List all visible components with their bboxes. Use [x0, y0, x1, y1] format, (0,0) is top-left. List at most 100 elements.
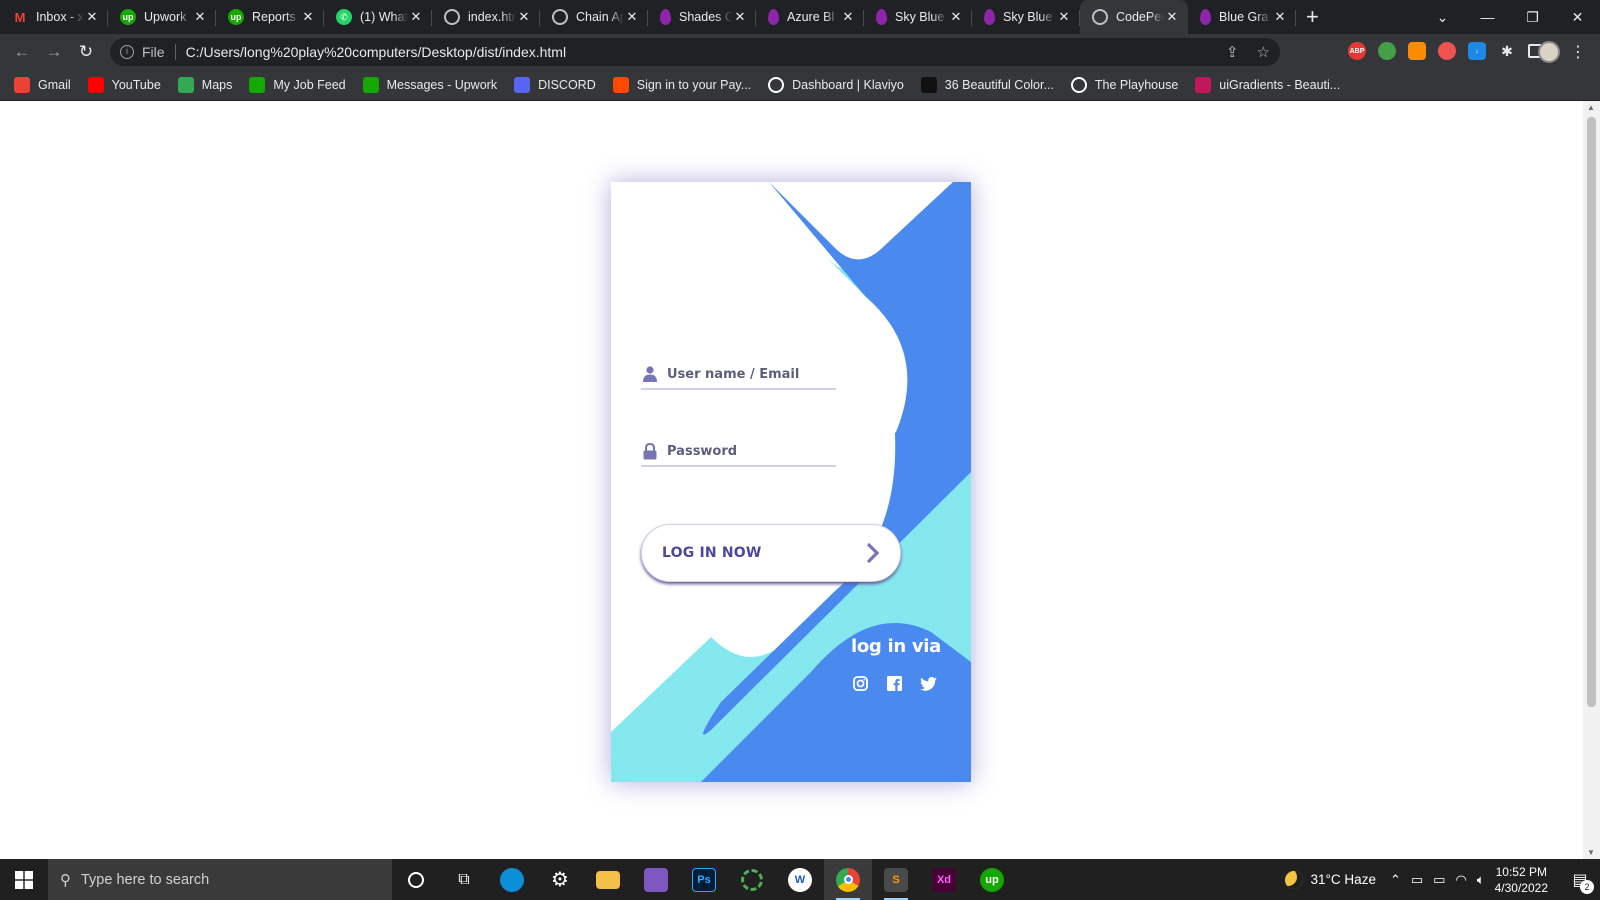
device-icon[interactable]: ▭ [1411, 872, 1423, 888]
address-url[interactable]: C:/Users/long%20play%20computers/Desktop… [186, 44, 567, 60]
close-tab-icon[interactable]: ✕ [1056, 9, 1072, 25]
close-tab-icon[interactable]: ✕ [1164, 9, 1180, 25]
forward-button[interactable]: → [38, 42, 70, 62]
adblock-icon[interactable]: ABP [1348, 42, 1366, 60]
task-view-button[interactable]: ⧉ [440, 859, 488, 900]
login-button[interactable]: LOG IN NOW [641, 524, 901, 582]
username-input[interactable] [667, 366, 827, 382]
browser-tab[interactable]: up Upwork ✕ [108, 0, 216, 34]
page-scrollbar[interactable]: ▲ ▼ [1583, 101, 1600, 859]
adobe-xd-icon: Xd [932, 867, 956, 892]
close-tab-icon[interactable]: ✕ [408, 9, 424, 25]
close-tab-icon[interactable]: ✕ [300, 9, 316, 25]
tab-title: Shades C [679, 10, 732, 24]
bookmark-item[interactable]: Dashboard | Klaviyo [768, 77, 904, 93]
battery-icon[interactable]: ▭ [1433, 872, 1445, 888]
browser-tab[interactable]: CodePen ✕ [1080, 0, 1188, 34]
extension-green-icon[interactable] [1378, 42, 1396, 60]
back-button[interactable]: ← [6, 42, 38, 62]
download-extension-icon[interactable]: ↓ [1468, 42, 1486, 60]
password-input[interactable] [667, 443, 827, 459]
bookmark-star-icon[interactable]: ☆ [1257, 43, 1270, 61]
close-tab-icon[interactable]: ✕ [840, 9, 856, 25]
close-window-button[interactable]: ✕ [1555, 9, 1600, 26]
sublime-app[interactable]: S [872, 859, 920, 900]
browser-tab[interactable]: Chain Ap ✕ [540, 0, 648, 34]
close-tab-icon[interactable]: ✕ [84, 9, 100, 25]
menu-icon[interactable]: ⋮ [1570, 42, 1586, 62]
start-button[interactable] [0, 859, 48, 900]
close-tab-icon[interactable]: ✕ [624, 9, 640, 25]
wifi-icon[interactable]: ◠ [1455, 872, 1466, 888]
adobe-xd-app[interactable]: Xd [920, 859, 968, 900]
drop-icon [876, 9, 887, 25]
scrollbar-thumb[interactable] [1587, 117, 1596, 707]
tab-title: CodePen [1116, 10, 1164, 24]
chevron-up-icon[interactable]: ⌃ [1390, 872, 1401, 888]
volume-icon[interactable]: 🔈︎ [1477, 872, 1485, 888]
browser-tab[interactable]: Blue Gra ✕ [1188, 0, 1296, 34]
browser-tab[interactable]: Sky Blue ✕ [864, 0, 972, 34]
address-bar[interactable]: i File C:/Users/long%20play%20computers/… [110, 38, 1280, 66]
upwork-icon: up [120, 9, 136, 25]
close-tab-icon[interactable]: ✕ [516, 9, 532, 25]
clock[interactable]: 10:52 PM 4/30/2022 [1495, 864, 1548, 896]
browser-tab[interactable]: up Reports ✕ [216, 0, 324, 34]
ds-icon [920, 77, 937, 93]
settings-app[interactable]: ⚙ [536, 859, 584, 900]
close-tab-icon[interactable]: ✕ [948, 9, 964, 25]
profile-avatar[interactable] [1538, 41, 1560, 63]
word-app[interactable]: W [776, 859, 824, 900]
browser-tab[interactable]: index.htm✕ [432, 0, 540, 34]
notification-center-button[interactable]: ▤ 2 [1560, 859, 1600, 900]
bookmark-item[interactable]: The Playhouse [1070, 77, 1178, 93]
bookmark-item[interactable]: DISCORD [514, 77, 596, 93]
extension-red-icon[interactable] [1438, 42, 1456, 60]
scroll-up-icon[interactable]: ▲ [1587, 103, 1595, 112]
bookmark-item[interactable]: YouTube [87, 77, 161, 93]
browser-tab[interactable]: Shades C ✕ [648, 0, 756, 34]
upwork-app[interactable]: up [968, 859, 1016, 900]
cortana-button[interactable] [392, 859, 440, 900]
close-tab-icon[interactable]: ✕ [192, 9, 208, 25]
bookmark-item[interactable]: uiGradients - Beauti... [1195, 77, 1340, 93]
chrome-app[interactable] [824, 859, 872, 900]
site-info-icon[interactable]: i [120, 45, 134, 59]
edge-icon [500, 867, 524, 892]
loader-app[interactable] [728, 859, 776, 900]
file-explorer-app[interactable] [584, 859, 632, 900]
reload-button[interactable]: ↻ [70, 42, 102, 62]
edge-app[interactable] [488, 859, 536, 900]
instagram-icon[interactable] [852, 675, 869, 692]
bookmark-item[interactable]: My Job Feed [249, 77, 346, 93]
bookmark-item[interactable]: 36 Beautiful Color... [920, 77, 1054, 93]
username-field [641, 360, 836, 390]
tab-search-icon[interactable]: ⌄ [1420, 9, 1465, 26]
tab-title: (1) What [360, 10, 408, 24]
bookmark-item[interactable]: Maps [177, 77, 232, 93]
taskbar-search[interactable]: ⚲ Type here to search [48, 859, 392, 900]
scroll-down-icon[interactable]: ▼ [1587, 848, 1595, 857]
twitter-icon[interactable] [919, 675, 937, 692]
extensions-puzzle-icon[interactable]: ✱ [1498, 42, 1516, 60]
browser-tab[interactable]: M Inbox - x ✕ [0, 0, 108, 34]
upwork-icon [362, 77, 379, 93]
photoshop-app[interactable]: Ps [680, 859, 728, 900]
restore-button[interactable]: ❐ [1510, 9, 1555, 26]
bookmark-item[interactable]: Sign in to your Pay... [612, 77, 751, 93]
bookmark-item[interactable]: Messages - Upwork [362, 77, 497, 93]
window-controls: ⌄ — ❐ ✕ [1420, 0, 1600, 34]
browser-tab[interactable]: ✆ (1) What ✕ [324, 0, 432, 34]
new-tab-button[interactable]: + [1306, 0, 1319, 34]
browser-tab[interactable]: Azure Bl ✕ [756, 0, 864, 34]
browser-tab[interactable]: Sky Blue ✕ [972, 0, 1080, 34]
extension-orange-icon[interactable] [1408, 42, 1426, 60]
weather-widget[interactable]: 31°C Haze [1284, 870, 1376, 889]
minimize-button[interactable]: — [1465, 9, 1510, 25]
visual-studio-app[interactable] [632, 859, 680, 900]
share-icon[interactable]: ⇪ [1226, 43, 1239, 61]
close-tab-icon[interactable]: ✕ [732, 9, 748, 25]
bookmark-item[interactable]: Gmail [14, 77, 71, 93]
facebook-icon[interactable] [886, 675, 903, 692]
close-tab-icon[interactable]: ✕ [1272, 9, 1288, 25]
